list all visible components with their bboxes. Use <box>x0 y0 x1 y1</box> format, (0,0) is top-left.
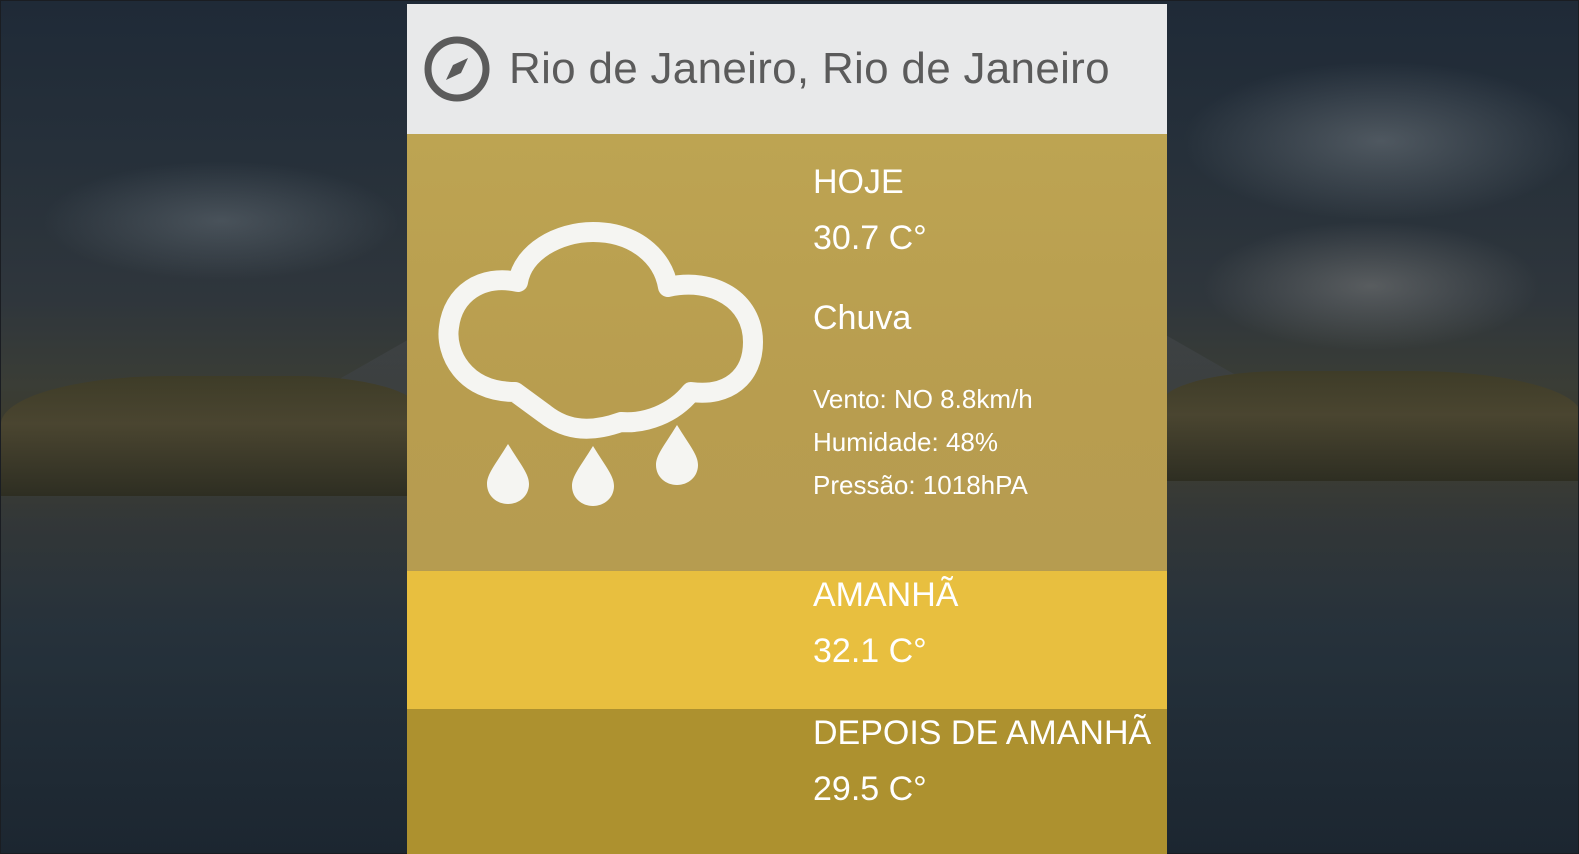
tomorrow-label: AMANHÃ <box>813 576 959 614</box>
compass-icon <box>424 36 490 102</box>
tomorrow-forecast[interactable]: AMANHÃ 32.1 C° <box>407 571 1167 709</box>
today-temperature: 30.7 C° <box>813 219 927 257</box>
weather-card: Rio de Janeiro, Rio de Janeiro HOJE 30.7… <box>407 4 1167 854</box>
tomorrow-info: AMANHÃ 32.1 C° <box>813 575 958 671</box>
humidity-info: Humidade: 48% <box>813 427 998 457</box>
today-details: Vento: NO 8.8km/h Humidade: 48% Pressão:… <box>813 378 1033 507</box>
today-info: HOJE 30.7 C° Chuva Vento: NO 8.8km/h Hum… <box>813 162 1033 507</box>
location-name: Rio de Janeiro, Rio de Janeiro <box>509 44 1110 93</box>
pressure-info: Pressão: 1018hPA <box>813 470 1028 500</box>
today-forecast: HOJE 30.7 C° Chuva Vento: NO 8.8km/h Hum… <box>407 134 1167 571</box>
after-tomorrow-temperature: 29.5 C° <box>813 770 927 808</box>
rain-cloud-icon <box>438 222 763 506</box>
tomorrow-temperature: 32.1 C° <box>813 632 927 670</box>
after-tomorrow-forecast[interactable]: DEPOIS DE AMANHÃ 29.5 C° <box>407 709 1167 854</box>
today-condition: Chuva <box>813 299 912 337</box>
after-tomorrow-info: DEPOIS DE AMANHÃ 29.5 C° <box>813 713 1151 809</box>
wind-info: Vento: NO 8.8km/h <box>813 384 1033 414</box>
today-label: HOJE <box>813 163 904 201</box>
after-tomorrow-label: DEPOIS DE AMANHÃ <box>813 714 1152 752</box>
location-header: Rio de Janeiro, Rio de Janeiro <box>407 4 1167 134</box>
